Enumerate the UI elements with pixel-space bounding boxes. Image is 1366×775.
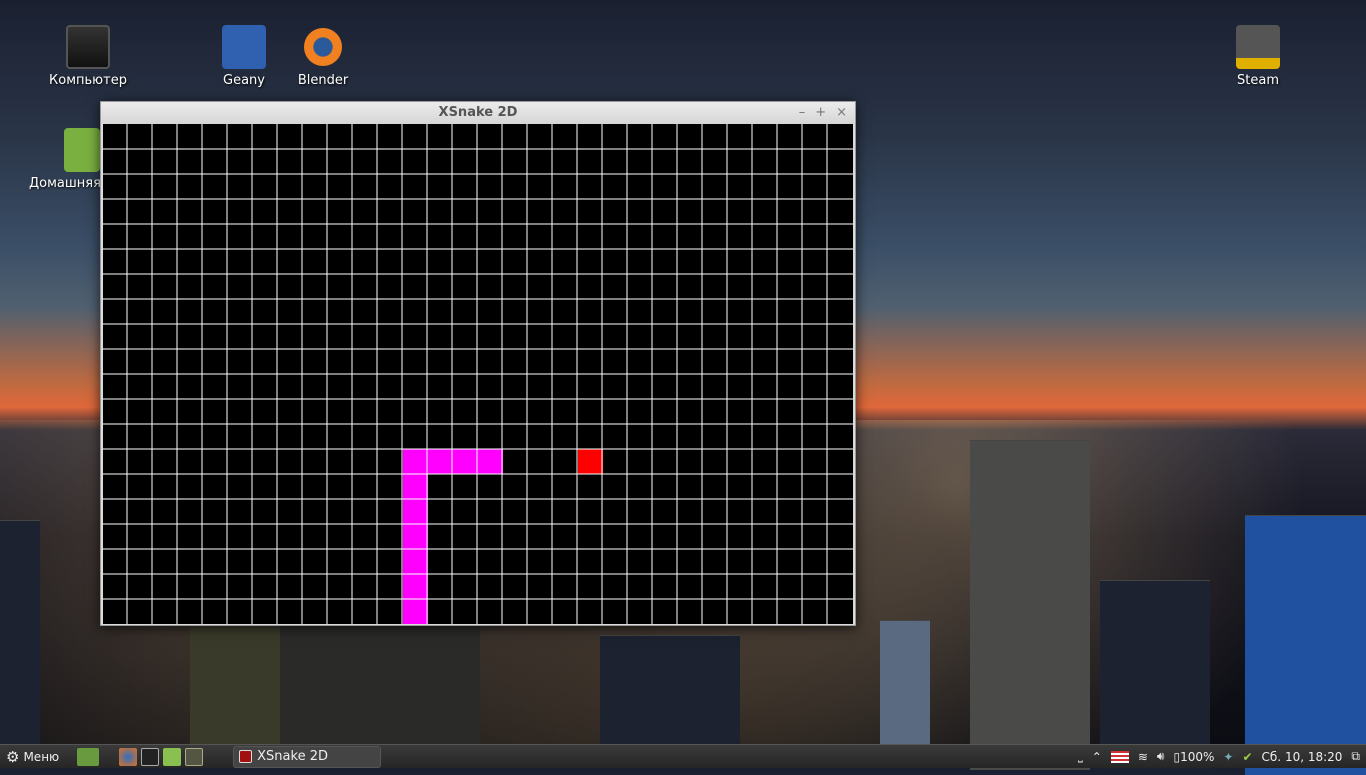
maximize-button[interactable]: + xyxy=(815,102,826,124)
snake-segment xyxy=(403,499,428,524)
clock[interactable]: Сб. 10, 18:20 xyxy=(1262,750,1343,764)
taskbar: ⚙ Меню XSnake 2D ⎵ ⌃ ≋ 🔊︎ ▯100% ✦ ✔ Сб. 1… xyxy=(0,744,1366,768)
steam-icon xyxy=(1236,25,1280,69)
keyboard-icon[interactable]: ⎵ xyxy=(1078,749,1083,764)
desktop-icon-computer[interactable]: Компьютер xyxy=(43,25,133,88)
desktop-icon-geany[interactable]: Geany xyxy=(199,25,289,88)
snake-segment xyxy=(403,574,428,599)
snake-segment xyxy=(478,449,503,474)
close-button[interactable]: × xyxy=(836,102,847,124)
dropbox-icon[interactable]: ✦ xyxy=(1223,750,1233,764)
monitor-icon xyxy=(66,25,110,69)
menu-button[interactable]: ⚙ Меню xyxy=(6,748,59,766)
food xyxy=(578,449,603,474)
system-tray: ⎵ ⌃ ≋ 🔊︎ ▯100% ✦ ✔ Сб. 10, 18:20 ⧉ xyxy=(1078,749,1366,764)
window-title: XSnake 2D xyxy=(438,105,518,120)
snake-segment xyxy=(403,549,428,574)
minimize-button[interactable]: – xyxy=(799,102,806,124)
xsnake-app-icon xyxy=(239,750,253,763)
snake-segment xyxy=(403,474,428,499)
volume-icon[interactable]: 🔊︎ xyxy=(1157,749,1165,764)
battery-icon[interactable]: ▯100% xyxy=(1173,750,1214,764)
window-titlebar[interactable]: XSnake 2D – + × xyxy=(101,102,855,124)
shield-check-icon[interactable]: ✔ xyxy=(1242,750,1252,764)
snake-segment xyxy=(403,449,428,474)
show-desktop-icon[interactable] xyxy=(77,747,100,766)
snake-segment xyxy=(428,449,453,474)
us-flag-icon[interactable] xyxy=(1110,750,1129,763)
window-list-icon[interactable]: ⧉ xyxy=(1351,749,1360,764)
desktop-icon-blender[interactable]: Blender xyxy=(278,25,368,88)
snake-segment xyxy=(403,599,428,624)
snake-segment xyxy=(453,449,478,474)
game-board[interactable] xyxy=(103,124,853,624)
wifi-icon[interactable]: ≋ xyxy=(1138,750,1148,764)
files-icon[interactable] xyxy=(163,747,182,766)
chevron-up-icon[interactable]: ⌃ xyxy=(1092,750,1102,764)
gear-icon: ⚙ xyxy=(6,747,20,766)
desktop-icon-home[interactable]: Домашняя xyxy=(20,128,100,191)
system-monitor-icon[interactable] xyxy=(185,747,204,766)
terminal-icon[interactable] xyxy=(141,747,160,766)
snake-segment xyxy=(403,524,428,549)
firefox-icon[interactable] xyxy=(119,747,138,766)
taskbar-item-xsnake[interactable]: XSnake 2D xyxy=(233,745,382,768)
desktop-icon-steam[interactable]: Steam xyxy=(1213,25,1303,88)
geany-icon xyxy=(222,25,266,69)
blender-icon xyxy=(301,25,345,69)
home-folder-icon xyxy=(64,128,100,172)
xsnake-window: XSnake 2D – + × xyxy=(100,101,856,626)
